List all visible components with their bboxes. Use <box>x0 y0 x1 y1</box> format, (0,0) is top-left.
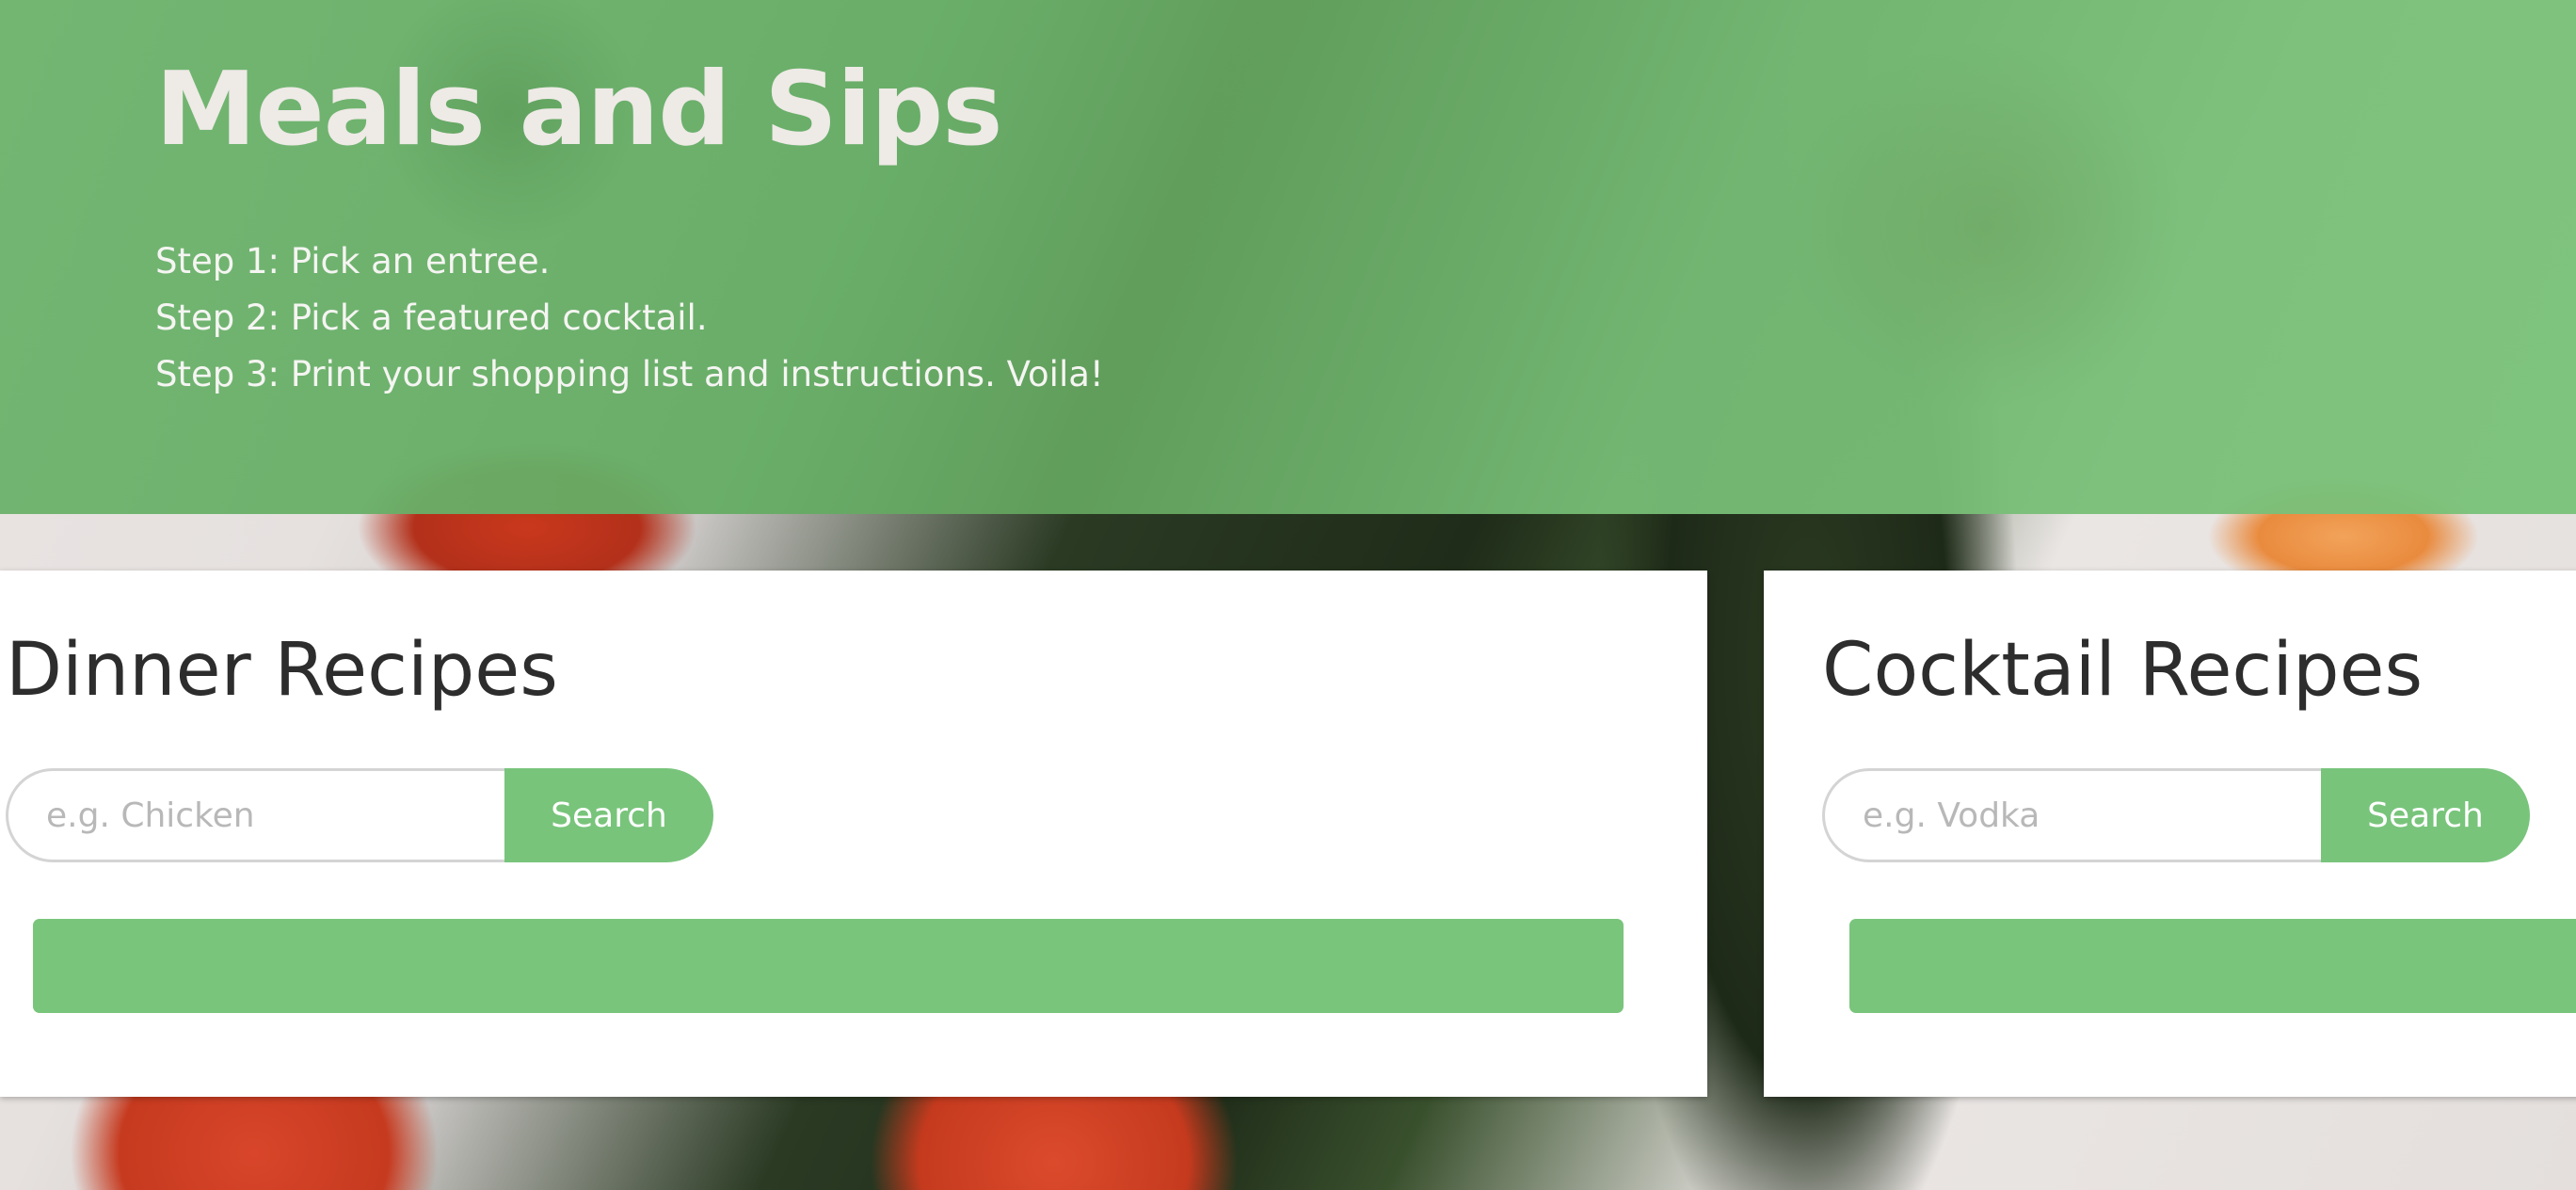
step-1: Step 1: Pick an entree. <box>155 241 551 281</box>
dinner-search-input[interactable] <box>6 768 504 862</box>
step-3: Step 3: Print your shopping list and ins… <box>155 354 1104 394</box>
dinner-recipes-title: Dinner Recipes <box>6 628 558 713</box>
dinner-search-group: Search <box>6 768 713 862</box>
hero-banner: Meals and Sips Step 1: Pick an entree. S… <box>0 0 2576 514</box>
dinner-results-bar[interactable] <box>33 919 1624 1013</box>
cocktail-results-bar[interactable] <box>1849 919 2576 1013</box>
step-2: Step 2: Pick a featured cocktail. <box>155 298 708 338</box>
cocktail-search-group: Search <box>1822 768 2530 862</box>
page-background: Meals and Sips Step 1: Pick an entree. S… <box>0 0 2576 1190</box>
dinner-recipes-card: Dinner Recipes Search <box>0 571 1707 1097</box>
steps-list: Step 1: Pick an entree. Step 2: Pick a f… <box>155 233 1104 403</box>
dinner-search-button[interactable]: Search <box>504 768 713 862</box>
cocktail-search-input[interactable] <box>1822 768 2321 862</box>
cocktail-search-button[interactable]: Search <box>2321 768 2530 862</box>
page-title: Meals and Sips <box>155 51 1003 169</box>
cocktail-recipes-card: Cocktail Recipes Search <box>1764 571 2576 1097</box>
cocktail-recipes-title: Cocktail Recipes <box>1822 628 2424 713</box>
